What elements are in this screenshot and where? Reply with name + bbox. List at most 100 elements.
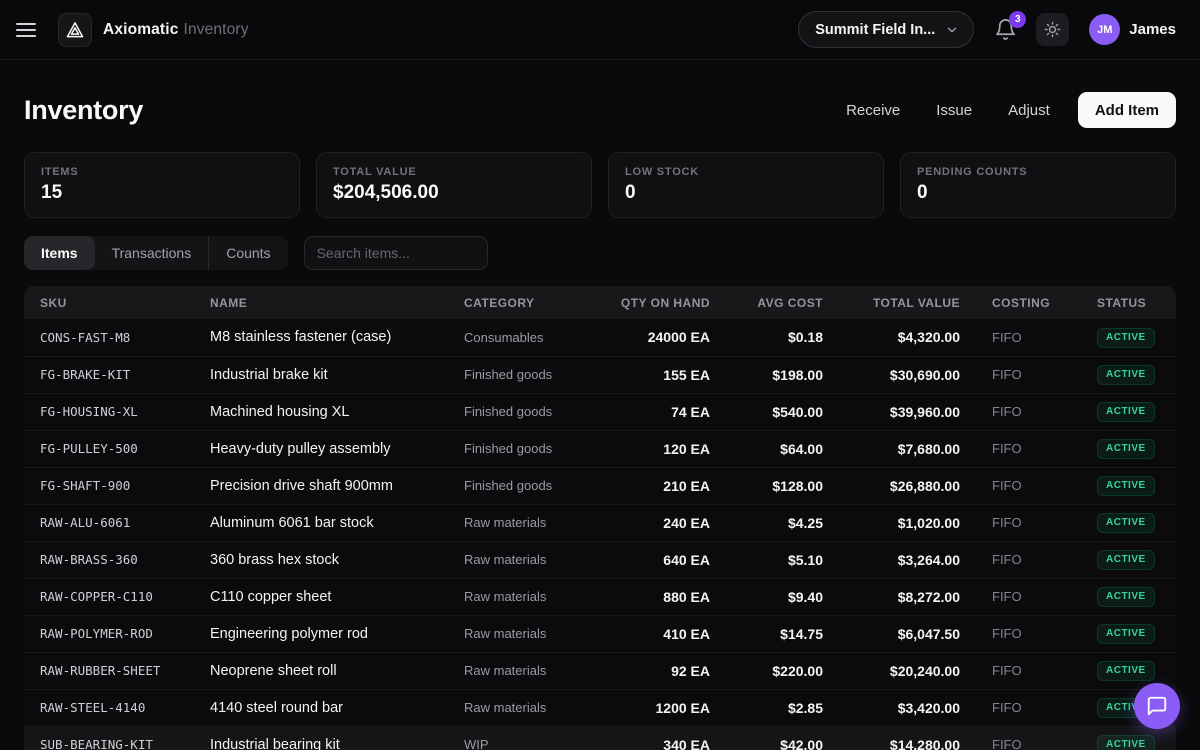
qty-cell: 1200 EA (604, 689, 726, 726)
tab-counts[interactable]: Counts (209, 236, 287, 270)
status-cell: ACTIVE (1081, 578, 1176, 615)
column-header-total-value: TOTAL VALUE (839, 286, 976, 319)
status-cell: ACTIVE (1081, 430, 1176, 467)
status-cell: ACTIVE (1081, 356, 1176, 393)
stat-value: 0 (917, 182, 1159, 204)
theme-toggle-button[interactable] (1036, 13, 1069, 46)
table-header: SKUNAMECATEGORYQTY ON HANDAVG COSTTOTAL … (24, 286, 1176, 319)
sku-cell: FG-PULLEY-500 (24, 430, 194, 467)
table-row[interactable]: RAW-STEEL-41404140 steel round barRaw ma… (24, 689, 1176, 726)
table-row[interactable]: RAW-RUBBER-SHEETNeoprene sheet rollRaw m… (24, 652, 1176, 689)
costing-cell: FIFO (976, 319, 1081, 356)
status-badge: ACTIVE (1097, 661, 1155, 681)
chat-icon (1146, 695, 1168, 717)
category-cell: Raw materials (448, 541, 604, 578)
top-bar: AxiomaticInventory Summit Field In... 3 … (0, 0, 1200, 60)
add-item-button[interactable]: Add Item (1078, 92, 1176, 128)
qty-cell: 74 EA (604, 393, 726, 430)
name-cell: Neoprene sheet roll (194, 652, 448, 689)
chat-button[interactable] (1134, 683, 1180, 729)
stat-value: 0 (625, 182, 867, 204)
stat-label: ITEMS (41, 166, 283, 178)
notifications-button[interactable]: 3 (994, 18, 1018, 42)
status-badge: ACTIVE (1097, 476, 1155, 496)
table-row[interactable]: CONS-FAST-M8M8 stainless fastener (case)… (24, 319, 1176, 356)
qty-cell: 240 EA (604, 504, 726, 541)
costing-cell: FIFO (976, 689, 1081, 726)
name-cell: Industrial brake kit (194, 356, 448, 393)
table-row[interactable]: FG-SHAFT-900Precision drive shaft 900mmF… (24, 467, 1176, 504)
qty-cell: 640 EA (604, 541, 726, 578)
stat-label: TOTAL VALUE (333, 166, 575, 178)
organization-select-value: Summit Field In... (815, 22, 935, 38)
sku-cell: RAW-BRASS-360 (24, 541, 194, 578)
total-value-cell: $7,680.00 (839, 430, 976, 467)
status-badge: ACTIVE (1097, 365, 1155, 385)
app-logo (58, 13, 92, 47)
avg-cost-cell: $5.10 (726, 541, 839, 578)
sku-cell: RAW-ALU-6061 (24, 504, 194, 541)
sku-cell: RAW-RUBBER-SHEET (24, 652, 194, 689)
name-cell: Precision drive shaft 900mm (194, 467, 448, 504)
brand-name: Axiomatic (103, 21, 178, 38)
column-header-sku: SKU (24, 286, 194, 319)
stat-label: LOW STOCK (625, 166, 867, 178)
qty-cell: 880 EA (604, 578, 726, 615)
sku-cell: RAW-COPPER-C110 (24, 578, 194, 615)
avg-cost-cell: $2.85 (726, 689, 839, 726)
total-value-cell: $26,880.00 (839, 467, 976, 504)
organization-select[interactable]: Summit Field In... (798, 11, 974, 48)
issue-button[interactable]: Issue (922, 94, 986, 127)
column-header-category: CATEGORY (448, 286, 604, 319)
table-row[interactable]: FG-BRAKE-KITIndustrial brake kitFinished… (24, 356, 1176, 393)
category-cell: Finished goods (448, 430, 604, 467)
costing-cell: FIFO (976, 578, 1081, 615)
page-title: Inventory (24, 95, 143, 126)
triangle-logo-icon (65, 20, 85, 40)
avg-cost-cell: $540.00 (726, 393, 839, 430)
receive-button[interactable]: Receive (832, 94, 914, 127)
avg-cost-cell: $42.00 (726, 726, 839, 750)
qty-cell: 210 EA (604, 467, 726, 504)
avg-cost-cell: $128.00 (726, 467, 839, 504)
total-value-cell: $8,272.00 (839, 578, 976, 615)
user-avatar[interactable]: JM (1089, 14, 1120, 45)
costing-cell: FIFO (976, 652, 1081, 689)
avg-cost-cell: $64.00 (726, 430, 839, 467)
name-cell: C110 copper sheet (194, 578, 448, 615)
table-row[interactable]: RAW-BRASS-360360 brass hex stockRaw mate… (24, 541, 1176, 578)
table-row[interactable]: RAW-ALU-6061Aluminum 6061 bar stockRaw m… (24, 504, 1176, 541)
view-tabs: Items Transactions Counts (24, 236, 288, 270)
table-row[interactable]: FG-PULLEY-500Heavy-duty pulley assemblyF… (24, 430, 1176, 467)
tab-items[interactable]: Items (24, 236, 95, 270)
column-header-qty-on-hand: QTY ON HAND (604, 286, 726, 319)
chevron-down-icon (945, 23, 959, 37)
category-cell: Raw materials (448, 578, 604, 615)
table-row[interactable]: RAW-POLYMER-RODEngineering polymer rodRa… (24, 615, 1176, 652)
adjust-button[interactable]: Adjust (994, 94, 1064, 127)
name-cell: Aluminum 6061 bar stock (194, 504, 448, 541)
sku-cell: FG-HOUSING-XL (24, 393, 194, 430)
name-cell: Industrial bearing kit (194, 726, 448, 750)
table-row[interactable]: RAW-COPPER-C110C110 copper sheetRaw mate… (24, 578, 1176, 615)
column-header-avg-cost: AVG COST (726, 286, 839, 319)
sku-cell: CONS-FAST-M8 (24, 319, 194, 356)
costing-cell: FIFO (976, 504, 1081, 541)
category-cell: Raw materials (448, 689, 604, 726)
status-badge: ACTIVE (1097, 513, 1155, 533)
category-cell: Finished goods (448, 393, 604, 430)
table-row[interactable]: FG-HOUSING-XLMachined housing XLFinished… (24, 393, 1176, 430)
status-badge: ACTIVE (1097, 735, 1155, 750)
avg-cost-cell: $14.75 (726, 615, 839, 652)
table-row[interactable]: SUB-BEARING-KITIndustrial bearing kitWIP… (24, 726, 1176, 750)
table-body: CONS-FAST-M8M8 stainless fastener (case)… (24, 319, 1176, 750)
search-input[interactable] (304, 236, 488, 270)
total-value-cell: $6,047.50 (839, 615, 976, 652)
sku-cell: RAW-STEEL-4140 (24, 689, 194, 726)
total-value-cell: $14,280.00 (839, 726, 976, 750)
total-value-cell: $20,240.00 (839, 652, 976, 689)
tab-transactions[interactable]: Transactions (95, 236, 210, 270)
brand-suffix: Inventory (183, 21, 248, 38)
menu-icon[interactable] (16, 16, 44, 44)
name-cell: Engineering polymer rod (194, 615, 448, 652)
